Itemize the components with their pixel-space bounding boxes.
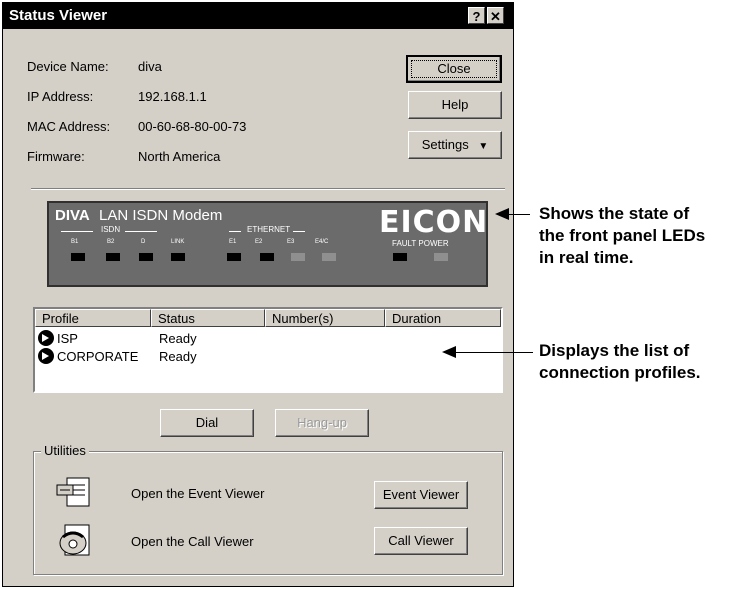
led-b2	[106, 253, 120, 261]
call-viewer-button[interactable]: Call Viewer	[374, 527, 468, 555]
led-label-b1: B1	[71, 239, 79, 245]
led-label-e4c: E4/C	[315, 239, 329, 245]
dial-button-label: Dial	[195, 415, 219, 430]
led-label-e2: E2	[255, 239, 263, 245]
annotation-profiles: Displays the list of connection profiles…	[539, 340, 701, 384]
call-viewer-icon	[55, 523, 93, 559]
hangup-button[interactable]: Hang-up	[275, 409, 369, 437]
settings-button-label: Settings	[421, 137, 469, 152]
panel-model-rest: LAN ISDN Modem	[99, 207, 223, 224]
column-status[interactable]: Status	[151, 309, 265, 327]
led-e3	[291, 253, 305, 261]
led-label-d: D	[141, 239, 146, 245]
ip-address-label: IP Address:	[27, 89, 94, 104]
utilities-group	[33, 451, 503, 575]
event-viewer-button-label: Event Viewer	[382, 487, 460, 502]
chevron-down-icon: ▼	[478, 141, 489, 152]
ip-address-value: 192.168.1.1	[138, 89, 207, 104]
firmware-label: Firmware:	[27, 149, 85, 164]
close-title-button[interactable]: ✕	[487, 7, 504, 24]
connection-arrow-icon	[38, 348, 54, 364]
panel-model: DIVA	[55, 207, 90, 224]
dial-button[interactable]: Dial	[160, 409, 254, 437]
led-b1	[71, 253, 85, 261]
led-power	[434, 253, 448, 261]
list-item[interactable]: ISP Ready	[35, 329, 501, 347]
front-panel-leds: DIVA LAN ISDN Modem ISDN ETHERNET EICON …	[47, 201, 488, 287]
annotation-arrowhead-leds	[495, 208, 509, 220]
list-item[interactable]: CORPORATE Ready	[35, 347, 501, 365]
led-label-e3: E3	[287, 239, 295, 245]
led-e2	[260, 253, 274, 261]
profile-status: Ready	[159, 331, 197, 346]
help-title-button[interactable]: ?	[468, 7, 485, 24]
separator	[31, 188, 505, 190]
annotation-profiles-line2: connection profiles.	[539, 363, 701, 382]
event-viewer-icon	[55, 475, 93, 509]
profiles-list[interactable]: Profile Status Number(s) Duration ISP Re…	[33, 307, 503, 393]
call-viewer-text: Open the Call Viewer	[131, 534, 254, 549]
panel-fault-power-label: FAULT POWER	[392, 239, 449, 248]
led-label-e1: E1	[229, 239, 237, 245]
led-label-link: LINK	[171, 239, 185, 245]
panel-isdn-group: ISDN	[101, 225, 121, 234]
annotation-leds-line1: Shows the state of	[539, 204, 690, 223]
firmware-value: North America	[138, 149, 221, 164]
help-button[interactable]: Help	[408, 91, 502, 119]
led-d	[139, 253, 153, 261]
led-label-b2: B2	[107, 239, 115, 245]
led-e1	[227, 253, 241, 261]
mac-address-label: MAC Address:	[27, 119, 111, 134]
help-button-label: Help	[441, 97, 469, 112]
annotation-leds: Shows the state of the front panel LEDs …	[539, 203, 705, 269]
title-bar: Status Viewer ? ✕	[3, 3, 513, 29]
column-duration[interactable]: Duration	[385, 309, 501, 327]
panel-ethernet-group: ETHERNET	[247, 225, 291, 234]
annotation-line-leds	[508, 214, 530, 215]
annotation-leds-line2: the front panel LEDs	[539, 226, 706, 245]
window-title: Status Viewer	[9, 7, 108, 24]
event-viewer-text: Open the Event Viewer	[131, 486, 265, 501]
utilities-title: Utilities	[41, 443, 89, 458]
led-fault	[393, 253, 407, 261]
profile-name: CORPORATE	[57, 349, 139, 364]
column-numbers[interactable]: Number(s)	[265, 309, 385, 327]
annotation-line-profiles	[455, 352, 533, 353]
eicon-logo: EICON	[379, 205, 489, 240]
device-name-value: diva	[138, 59, 162, 74]
annotation-leds-line3: in real time.	[539, 248, 634, 267]
call-viewer-button-label: Call Viewer	[388, 533, 454, 548]
hangup-button-label: Hang-up	[297, 415, 347, 430]
mac-address-value: 00-60-68-80-00-73	[138, 119, 247, 134]
status-viewer-window: Status Viewer ? ✕ Device Name: diva IP A…	[2, 2, 514, 587]
annotation-profiles-line1: Displays the list of	[539, 341, 690, 360]
profile-status: Ready	[159, 349, 197, 364]
settings-button[interactable]: Settings ▼	[408, 131, 502, 159]
connection-arrow-icon	[38, 330, 54, 346]
event-viewer-button[interactable]: Event Viewer	[374, 481, 468, 509]
close-button[interactable]: Close	[406, 55, 502, 83]
annotation-arrowhead-profiles	[442, 346, 456, 358]
profile-name: ISP	[57, 331, 78, 346]
led-e4c	[322, 253, 336, 261]
column-profile[interactable]: Profile	[35, 309, 151, 327]
device-name-label: Device Name:	[27, 59, 109, 74]
led-link	[171, 253, 185, 261]
